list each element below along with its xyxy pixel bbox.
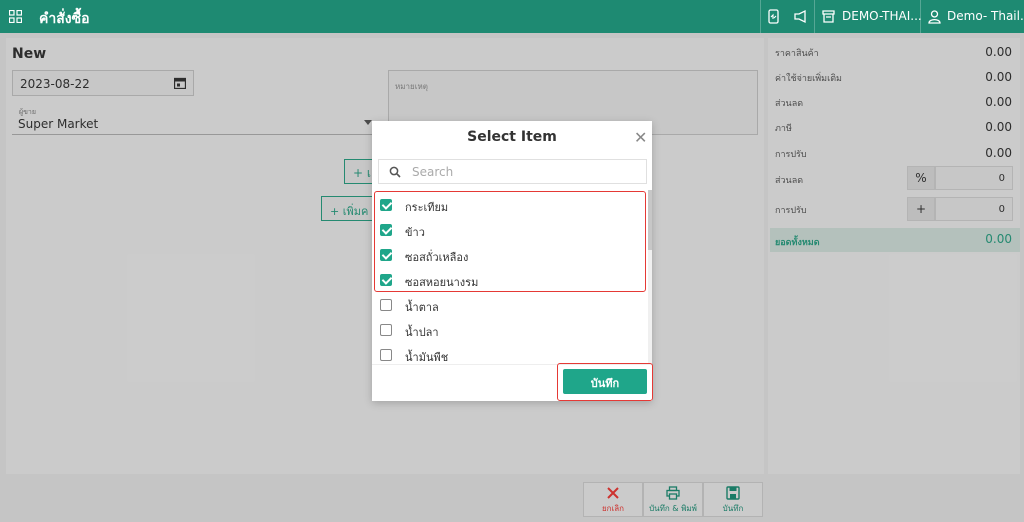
header-divider xyxy=(920,0,921,33)
header-divider xyxy=(760,0,761,33)
list-item[interactable]: น้ำปลา xyxy=(380,320,630,340)
announcement-icon[interactable] xyxy=(793,9,808,24)
checkbox-unchecked[interactable] xyxy=(380,299,392,311)
top-bar: คำสั่งซื้อ DEMO-THAI... Demo- Thail... xyxy=(0,0,1024,33)
user-name[interactable]: Demo- Thail... xyxy=(947,9,1024,23)
search-input[interactable] xyxy=(412,164,632,180)
dialog-title: Select Item xyxy=(467,129,557,145)
checkbox-unchecked[interactable] xyxy=(380,349,392,361)
item-label: น้ำปลา xyxy=(405,326,439,339)
user-icon[interactable] xyxy=(927,9,942,24)
item-label: น้ำมันพืช xyxy=(405,351,449,363)
item-label: น้ำตาล xyxy=(405,301,439,314)
branch-name[interactable]: DEMO-THAI... xyxy=(842,9,922,23)
select-item-dialog: Select Item ✕ กระเทียม ข้าว ซอสถั่วเหลือ… xyxy=(372,121,653,401)
scrollbar-thumb[interactable] xyxy=(648,190,652,250)
close-icon[interactable]: ✕ xyxy=(634,130,647,146)
search-box xyxy=(378,159,647,184)
checkbox-unchecked[interactable] xyxy=(380,324,392,336)
dialog-save-button[interactable]: บันทึก xyxy=(563,369,647,394)
apps-grid-icon[interactable] xyxy=(9,10,22,23)
list-item[interactable]: น้ำตาล xyxy=(380,295,630,315)
mobile-sync-icon[interactable] xyxy=(766,9,781,24)
page-title: คำสั่งซื้อ xyxy=(39,11,90,27)
store-icon[interactable] xyxy=(821,9,836,24)
search-icon xyxy=(389,166,401,178)
header-divider xyxy=(814,0,815,33)
list-item[interactable]: น้ำมันพืช xyxy=(380,345,630,363)
selection-highlight-box xyxy=(374,191,646,292)
